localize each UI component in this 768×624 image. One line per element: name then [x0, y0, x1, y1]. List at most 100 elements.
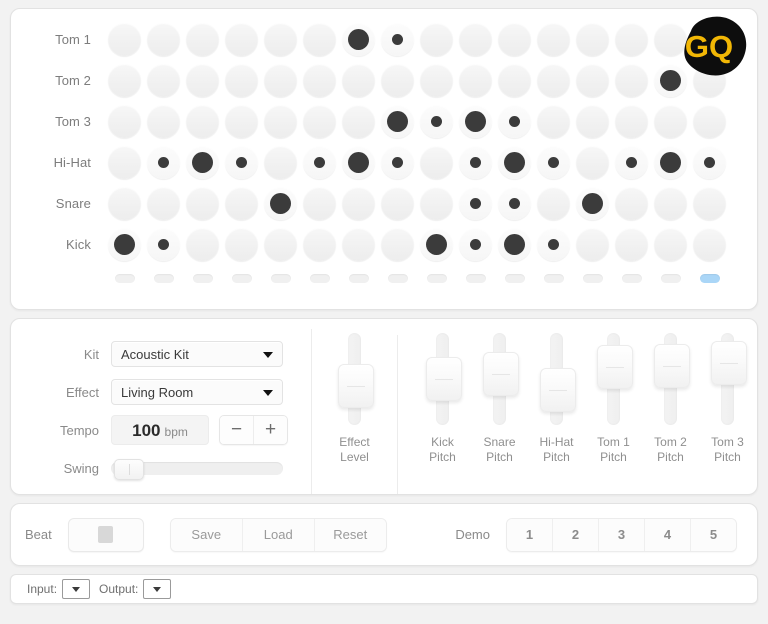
step-pad-5-2[interactable] — [186, 228, 219, 261]
slider-thumb[interactable] — [482, 352, 519, 396]
step-pad-2-6[interactable] — [342, 105, 375, 138]
step-pad-0-7[interactable] — [381, 23, 414, 56]
step-pad-5-1[interactable] — [147, 228, 180, 261]
step-pad-4-12[interactable] — [576, 187, 609, 220]
step-indicator-4[interactable] — [270, 273, 291, 283]
step-pad-2-14[interactable] — [654, 105, 687, 138]
demo-button-2[interactable]: 2 — [552, 518, 598, 551]
beat-play-stop-button[interactable] — [67, 517, 144, 552]
step-pad-5-0[interactable] — [108, 228, 141, 261]
step-pad-2-10[interactable] — [498, 105, 531, 138]
step-indicator-12[interactable] — [582, 273, 603, 283]
save-button[interactable]: Save — [170, 518, 242, 551]
step-pad-5-13[interactable] — [615, 228, 648, 261]
step-pad-1-0[interactable] — [108, 64, 141, 97]
step-indicator-5[interactable] — [309, 273, 330, 283]
demo-button-4[interactable]: 4 — [644, 518, 690, 551]
slider-track[interactable] — [482, 333, 519, 425]
step-pad-4-15[interactable] — [693, 187, 726, 220]
step-indicator-1[interactable] — [153, 273, 174, 283]
step-pad-0-1[interactable] — [147, 23, 180, 56]
slider-thumb[interactable] — [596, 345, 633, 389]
step-pad-5-9[interactable] — [459, 228, 492, 261]
step-pad-4-10[interactable] — [498, 187, 531, 220]
input-device-select[interactable] — [62, 579, 91, 599]
step-pad-0-0[interactable] — [108, 23, 141, 56]
step-pad-4-13[interactable] — [615, 187, 648, 220]
step-pad-2-1[interactable] — [147, 105, 180, 138]
step-pad-1-15[interactable] — [693, 64, 726, 97]
swing-slider-handle[interactable] — [113, 458, 144, 480]
step-pad-4-8[interactable] — [420, 187, 453, 220]
step-pad-1-4[interactable] — [264, 64, 297, 97]
step-pad-1-9[interactable] — [459, 64, 492, 97]
step-pad-3-0[interactable] — [108, 146, 141, 179]
swing-slider[interactable] — [111, 458, 283, 480]
step-pad-5-4[interactable] — [264, 228, 297, 261]
step-pad-0-13[interactable] — [615, 23, 648, 56]
step-pad-3-7[interactable] — [381, 146, 414, 179]
step-pad-1-11[interactable] — [537, 64, 570, 97]
step-indicator-9[interactable] — [465, 273, 486, 283]
step-pad-5-3[interactable] — [225, 228, 258, 261]
slider-thumb[interactable] — [653, 344, 690, 388]
step-pad-2-4[interactable] — [264, 105, 297, 138]
step-pad-4-3[interactable] — [225, 187, 258, 220]
step-pad-4-4[interactable] — [264, 187, 297, 220]
step-pad-2-0[interactable] — [108, 105, 141, 138]
step-pad-5-6[interactable] — [342, 228, 375, 261]
tempo-increment-button[interactable]: + — [253, 416, 287, 444]
step-pad-4-5[interactable] — [303, 187, 336, 220]
demo-button-3[interactable]: 3 — [598, 518, 644, 551]
step-indicator-6[interactable] — [348, 273, 369, 283]
step-pad-0-11[interactable] — [537, 23, 570, 56]
step-pad-5-7[interactable] — [381, 228, 414, 261]
step-pad-5-5[interactable] — [303, 228, 336, 261]
step-pad-5-11[interactable] — [537, 228, 570, 261]
demo-button-5[interactable]: 5 — [690, 518, 736, 551]
step-pad-3-8[interactable] — [420, 146, 453, 179]
slider-track[interactable] — [710, 333, 747, 425]
step-pad-3-9[interactable] — [459, 146, 492, 179]
step-pad-3-5[interactable] — [303, 146, 336, 179]
step-pad-4-6[interactable] — [342, 187, 375, 220]
demo-button-1[interactable]: 1 — [507, 518, 552, 551]
step-pad-1-7[interactable] — [381, 64, 414, 97]
step-pad-5-8[interactable] — [420, 228, 453, 261]
step-pad-0-6[interactable] — [342, 23, 375, 56]
step-pad-4-0[interactable] — [108, 187, 141, 220]
slider-track[interactable] — [653, 333, 690, 425]
step-pad-4-1[interactable] — [147, 187, 180, 220]
step-pad-5-12[interactable] — [576, 228, 609, 261]
step-pad-2-2[interactable] — [186, 105, 219, 138]
step-indicator-2[interactable] — [192, 273, 213, 283]
step-indicator-0[interactable] — [114, 273, 135, 283]
step-pad-3-4[interactable] — [264, 146, 297, 179]
step-pad-1-2[interactable] — [186, 64, 219, 97]
step-indicator-10[interactable] — [504, 273, 525, 283]
kit-select[interactable]: Acoustic Kit — [111, 341, 283, 367]
step-pad-2-12[interactable] — [576, 105, 609, 138]
step-pad-3-14[interactable] — [654, 146, 687, 179]
step-pad-0-12[interactable] — [576, 23, 609, 56]
step-pad-4-7[interactable] — [381, 187, 414, 220]
slider-thumb[interactable] — [337, 364, 374, 408]
step-pad-0-8[interactable] — [420, 23, 453, 56]
step-pad-2-11[interactable] — [537, 105, 570, 138]
step-pad-0-15[interactable] — [693, 23, 726, 56]
step-pad-0-9[interactable] — [459, 23, 492, 56]
step-pad-1-8[interactable] — [420, 64, 453, 97]
output-device-select[interactable] — [143, 579, 172, 599]
slider-track[interactable] — [596, 333, 633, 425]
slider-thumb[interactable] — [425, 357, 462, 401]
step-pad-5-10[interactable] — [498, 228, 531, 261]
step-pad-0-5[interactable] — [303, 23, 336, 56]
step-indicator-13[interactable] — [621, 273, 642, 283]
step-pad-0-4[interactable] — [264, 23, 297, 56]
slider-thumb[interactable] — [539, 368, 576, 412]
load-button[interactable]: Load — [241, 518, 314, 551]
step-pad-2-8[interactable] — [420, 105, 453, 138]
step-pad-3-15[interactable] — [693, 146, 726, 179]
step-indicator-8[interactable] — [426, 273, 447, 283]
step-pad-3-1[interactable] — [147, 146, 180, 179]
